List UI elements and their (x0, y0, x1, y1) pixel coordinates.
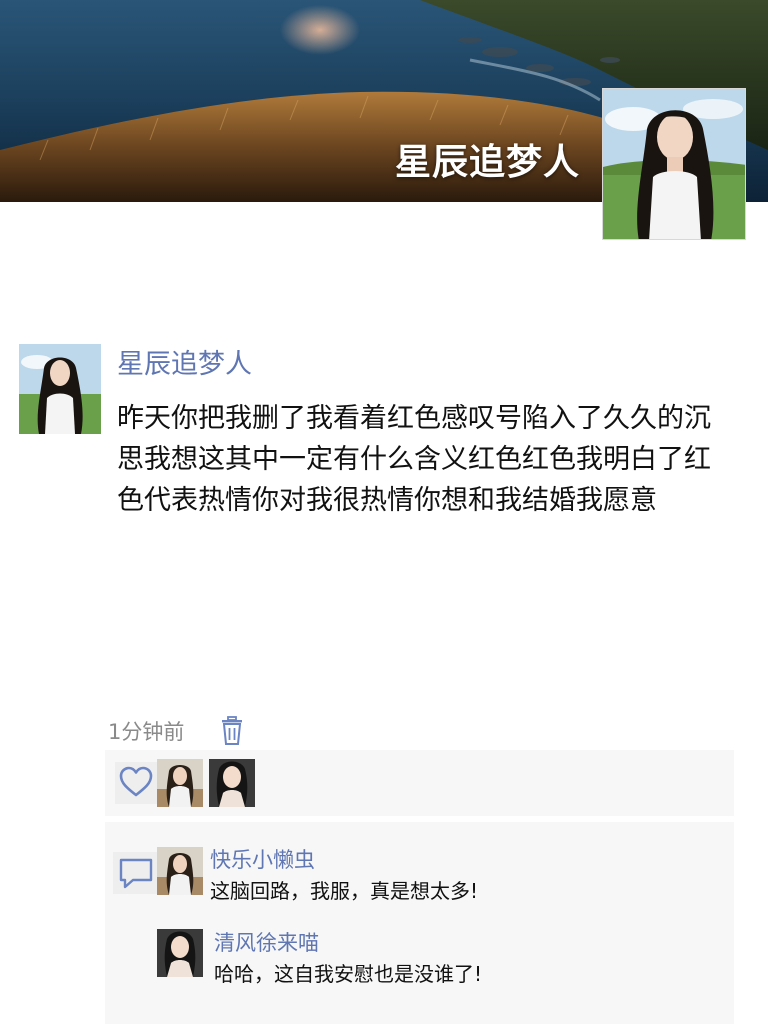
post-author-name[interactable]: 星辰追梦人 (117, 342, 252, 381)
post-text: 昨天你把我删了我看着红色感叹号陷入了久久的沉思我想这其中一定有什么含义红色红色我… (117, 403, 711, 516)
profile-avatar[interactable] (602, 88, 746, 240)
commenter-avatar[interactable] (157, 929, 203, 977)
comment-icon[interactable] (113, 852, 159, 894)
comment-text: 这脑回路，我服，真是想太多! (210, 879, 479, 903)
post-author-avatar[interactable] (19, 344, 101, 434)
comments-panel: 快乐小懒虫 这脑回路，我服，真是想太多! 清风徐来喵 哈哈，这自我安慰也是没谁了… (105, 822, 734, 1024)
comment-text: 哈哈，这自我安慰也是没谁了! (214, 962, 483, 986)
commenter-name[interactable]: 快乐小懒虫 (210, 844, 315, 874)
commenter-name[interactable]: 清风徐来喵 (214, 927, 319, 957)
liker-avatar[interactable] (157, 759, 203, 807)
commenter-avatar[interactable] (157, 847, 203, 895)
woman-portrait-icon (603, 89, 745, 239)
likes-panel (105, 750, 734, 816)
trash-icon[interactable] (219, 716, 245, 746)
heart-icon[interactable] (115, 762, 157, 804)
moments-page: 星辰追梦人 星辰追梦人 昨天你把我删了我看着红色感叹号陷入了久久的沉思我想这其中… (0, 0, 768, 1024)
post-timestamp: 1分钟前 (108, 720, 185, 744)
woman-portrait-icon (19, 344, 101, 434)
cover-user-name: 星辰追梦人 (394, 142, 580, 183)
liker-avatar[interactable] (209, 759, 255, 807)
